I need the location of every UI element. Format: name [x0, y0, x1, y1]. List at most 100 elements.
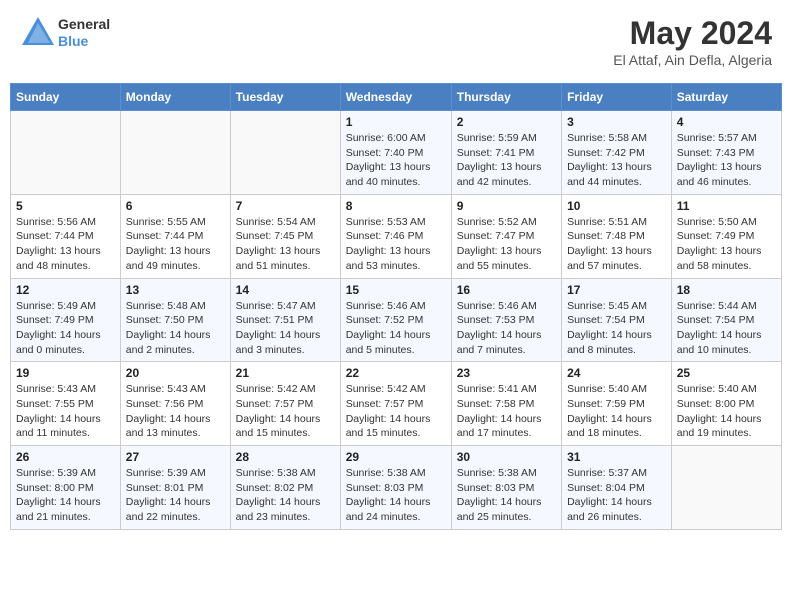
day-number: 6 [126, 199, 225, 213]
day-info: Sunrise: 5:39 AM Sunset: 8:01 PM Dayligh… [126, 466, 225, 525]
calendar-body: 1Sunrise: 6:00 AM Sunset: 7:40 PM Daylig… [11, 111, 782, 530]
calendar-cell: 12Sunrise: 5:49 AM Sunset: 7:49 PM Dayli… [11, 278, 121, 362]
day-info: Sunrise: 5:41 AM Sunset: 7:58 PM Dayligh… [457, 382, 556, 441]
day-info: Sunrise: 5:38 AM Sunset: 8:03 PM Dayligh… [457, 466, 556, 525]
day-number: 8 [346, 199, 446, 213]
day-number: 28 [236, 450, 335, 464]
day-number: 24 [567, 366, 666, 380]
day-info: Sunrise: 5:58 AM Sunset: 7:42 PM Dayligh… [567, 131, 666, 190]
day-number: 3 [567, 115, 666, 129]
day-info: Sunrise: 5:55 AM Sunset: 7:44 PM Dayligh… [126, 215, 225, 274]
day-number: 9 [457, 199, 556, 213]
calendar-cell: 29Sunrise: 5:38 AM Sunset: 8:03 PM Dayli… [340, 446, 451, 530]
day-number: 12 [16, 283, 115, 297]
day-number: 4 [677, 115, 776, 129]
calendar-cell: 31 Sunrise: 5:37 AM Sunset: 8:04 PM Dayli… [562, 446, 672, 530]
calendar-header: SundayMondayTuesdayWednesdayThursdayFrid… [11, 84, 782, 111]
weekday-row: SundayMondayTuesdayWednesdayThursdayFrid… [11, 84, 782, 111]
day-number: 7 [236, 199, 335, 213]
day-number: 22 [346, 366, 446, 380]
day-number: 19 [16, 366, 115, 380]
calendar-cell: 24 Sunrise: 5:40 AM Sunset: 7:59 PM Dayli… [562, 362, 672, 446]
day-number: 10 [567, 199, 666, 213]
month-title: May 2024 [613, 15, 772, 52]
day-number: 21 [236, 366, 335, 380]
day-info: Sunrise: 6:00 AM Sunset: 7:40 PM Dayligh… [346, 131, 446, 190]
day-info: Sunrise: 5:48 AM Sunset: 7:50 PM Dayligh… [126, 299, 225, 358]
calendar-cell: 26 Sunrise: 5:39 AM Sunset: 8:00 PM Dayli… [11, 446, 121, 530]
day-info: Sunrise: 5:50 AM Sunset: 7:49 PM Dayligh… [677, 215, 776, 274]
week-row-1: 1Sunrise: 6:00 AM Sunset: 7:40 PM Daylig… [11, 111, 782, 195]
calendar-cell: 4 Sunrise: 5:57 AM Sunset: 7:43 PM Daylig… [671, 111, 781, 195]
day-info: Sunrise: 5:57 AM Sunset: 7:43 PM Dayligh… [677, 131, 776, 190]
week-row-2: 5Sunrise: 5:56 AM Sunset: 7:44 PM Daylig… [11, 194, 782, 278]
title-block: May 2024 El Attaf, Ain Defla, Algeria [613, 15, 772, 68]
weekday-tuesday: Tuesday [230, 84, 340, 111]
calendar-cell: 3 Sunrise: 5:58 AM Sunset: 7:42 PM Daylig… [562, 111, 672, 195]
day-info: Sunrise: 5:40 AM Sunset: 7:59 PM Dayligh… [567, 382, 666, 441]
weekday-friday: Friday [562, 84, 672, 111]
calendar-cell: 7 Sunrise: 5:54 AM Sunset: 7:45 PM Daylig… [230, 194, 340, 278]
day-info: Sunrise: 5:40 AM Sunset: 8:00 PM Dayligh… [677, 382, 776, 441]
day-number: 26 [16, 450, 115, 464]
day-info: Sunrise: 5:47 AM Sunset: 7:51 PM Dayligh… [236, 299, 335, 358]
day-number: 18 [677, 283, 776, 297]
day-number: 29 [346, 450, 446, 464]
calendar-cell [11, 111, 121, 195]
calendar-cell: 27 Sunrise: 5:39 AM Sunset: 8:01 PM Dayli… [120, 446, 230, 530]
calendar-cell: 15 Sunrise: 5:46 AM Sunset: 7:52 PM Dayli… [340, 278, 451, 362]
week-row-5: 26 Sunrise: 5:39 AM Sunset: 8:00 PM Dayli… [11, 446, 782, 530]
calendar-cell: 23 Sunrise: 5:41 AM Sunset: 7:58 PM Dayli… [451, 362, 561, 446]
day-number: 13 [126, 283, 225, 297]
day-info: Sunrise: 5:38 AM Sunset: 8:02 PM Dayligh… [236, 466, 335, 525]
day-number: 15 [346, 283, 446, 297]
calendar-cell: 10 Sunrise: 5:51 AM Sunset: 7:48 PM Dayli… [562, 194, 672, 278]
weekday-wednesday: Wednesday [340, 84, 451, 111]
day-info: Sunrise: 5:37 AM Sunset: 8:04 PM Dayligh… [567, 466, 666, 525]
calendar-cell: 9Sunrise: 5:52 AM Sunset: 7:47 PM Daylig… [451, 194, 561, 278]
calendar-cell [120, 111, 230, 195]
day-info: Sunrise: 5:42 AM Sunset: 7:57 PM Dayligh… [236, 382, 335, 441]
day-info: Sunrise: 5:53 AM Sunset: 7:46 PM Dayligh… [346, 215, 446, 274]
calendar-cell: 14Sunrise: 5:47 AM Sunset: 7:51 PM Dayli… [230, 278, 340, 362]
day-number: 23 [457, 366, 556, 380]
day-info: Sunrise: 5:46 AM Sunset: 7:52 PM Dayligh… [346, 299, 446, 358]
calendar-cell: 19 Sunrise: 5:43 AM Sunset: 7:55 PM Dayli… [11, 362, 121, 446]
location-title: El Attaf, Ain Defla, Algeria [613, 52, 772, 68]
calendar-cell: 1Sunrise: 6:00 AM Sunset: 7:40 PM Daylig… [340, 111, 451, 195]
day-info: Sunrise: 5:43 AM Sunset: 7:55 PM Dayligh… [16, 382, 115, 441]
calendar-cell: 8 Sunrise: 5:53 AM Sunset: 7:46 PM Daylig… [340, 194, 451, 278]
day-info: Sunrise: 5:39 AM Sunset: 8:00 PM Dayligh… [16, 466, 115, 525]
logo: General Blue [20, 15, 110, 51]
day-number: 2 [457, 115, 556, 129]
calendar-cell: 28 Sunrise: 5:38 AM Sunset: 8:02 PM Dayli… [230, 446, 340, 530]
calendar-table: SundayMondayTuesdayWednesdayThursdayFrid… [10, 83, 782, 530]
day-number: 20 [126, 366, 225, 380]
calendar-cell: 11 Sunrise: 5:50 AM Sunset: 7:49 PM Dayli… [671, 194, 781, 278]
calendar-cell: 22 Sunrise: 5:42 AM Sunset: 7:57 PM Dayli… [340, 362, 451, 446]
day-number: 11 [677, 199, 776, 213]
calendar-cell: 16 Sunrise: 5:46 AM Sunset: 7:53 PM Dayli… [451, 278, 561, 362]
calendar-cell: 2Sunrise: 5:59 AM Sunset: 7:41 PM Daylig… [451, 111, 561, 195]
page-header: General Blue May 2024 El Attaf, Ain Defl… [10, 10, 782, 73]
calendar-cell: 21 Sunrise: 5:42 AM Sunset: 7:57 PM Dayli… [230, 362, 340, 446]
calendar-cell: 13 Sunrise: 5:48 AM Sunset: 7:50 PM Dayli… [120, 278, 230, 362]
weekday-sunday: Sunday [11, 84, 121, 111]
day-number: 30 [457, 450, 556, 464]
day-number: 16 [457, 283, 556, 297]
logo-text: General Blue [58, 16, 110, 50]
week-row-3: 12Sunrise: 5:49 AM Sunset: 7:49 PM Dayli… [11, 278, 782, 362]
calendar-cell: 30 Sunrise: 5:38 AM Sunset: 8:03 PM Dayli… [451, 446, 561, 530]
day-number: 17 [567, 283, 666, 297]
day-info: Sunrise: 5:42 AM Sunset: 7:57 PM Dayligh… [346, 382, 446, 441]
calendar-cell: 5Sunrise: 5:56 AM Sunset: 7:44 PM Daylig… [11, 194, 121, 278]
logo-icon [20, 15, 56, 51]
day-number: 31 [567, 450, 666, 464]
calendar-cell: 18Sunrise: 5:44 AM Sunset: 7:54 PM Dayli… [671, 278, 781, 362]
day-info: Sunrise: 5:46 AM Sunset: 7:53 PM Dayligh… [457, 299, 556, 358]
day-info: Sunrise: 5:43 AM Sunset: 7:56 PM Dayligh… [126, 382, 225, 441]
day-info: Sunrise: 5:51 AM Sunset: 7:48 PM Dayligh… [567, 215, 666, 274]
day-info: Sunrise: 5:54 AM Sunset: 7:45 PM Dayligh… [236, 215, 335, 274]
calendar-cell [671, 446, 781, 530]
day-number: 27 [126, 450, 225, 464]
